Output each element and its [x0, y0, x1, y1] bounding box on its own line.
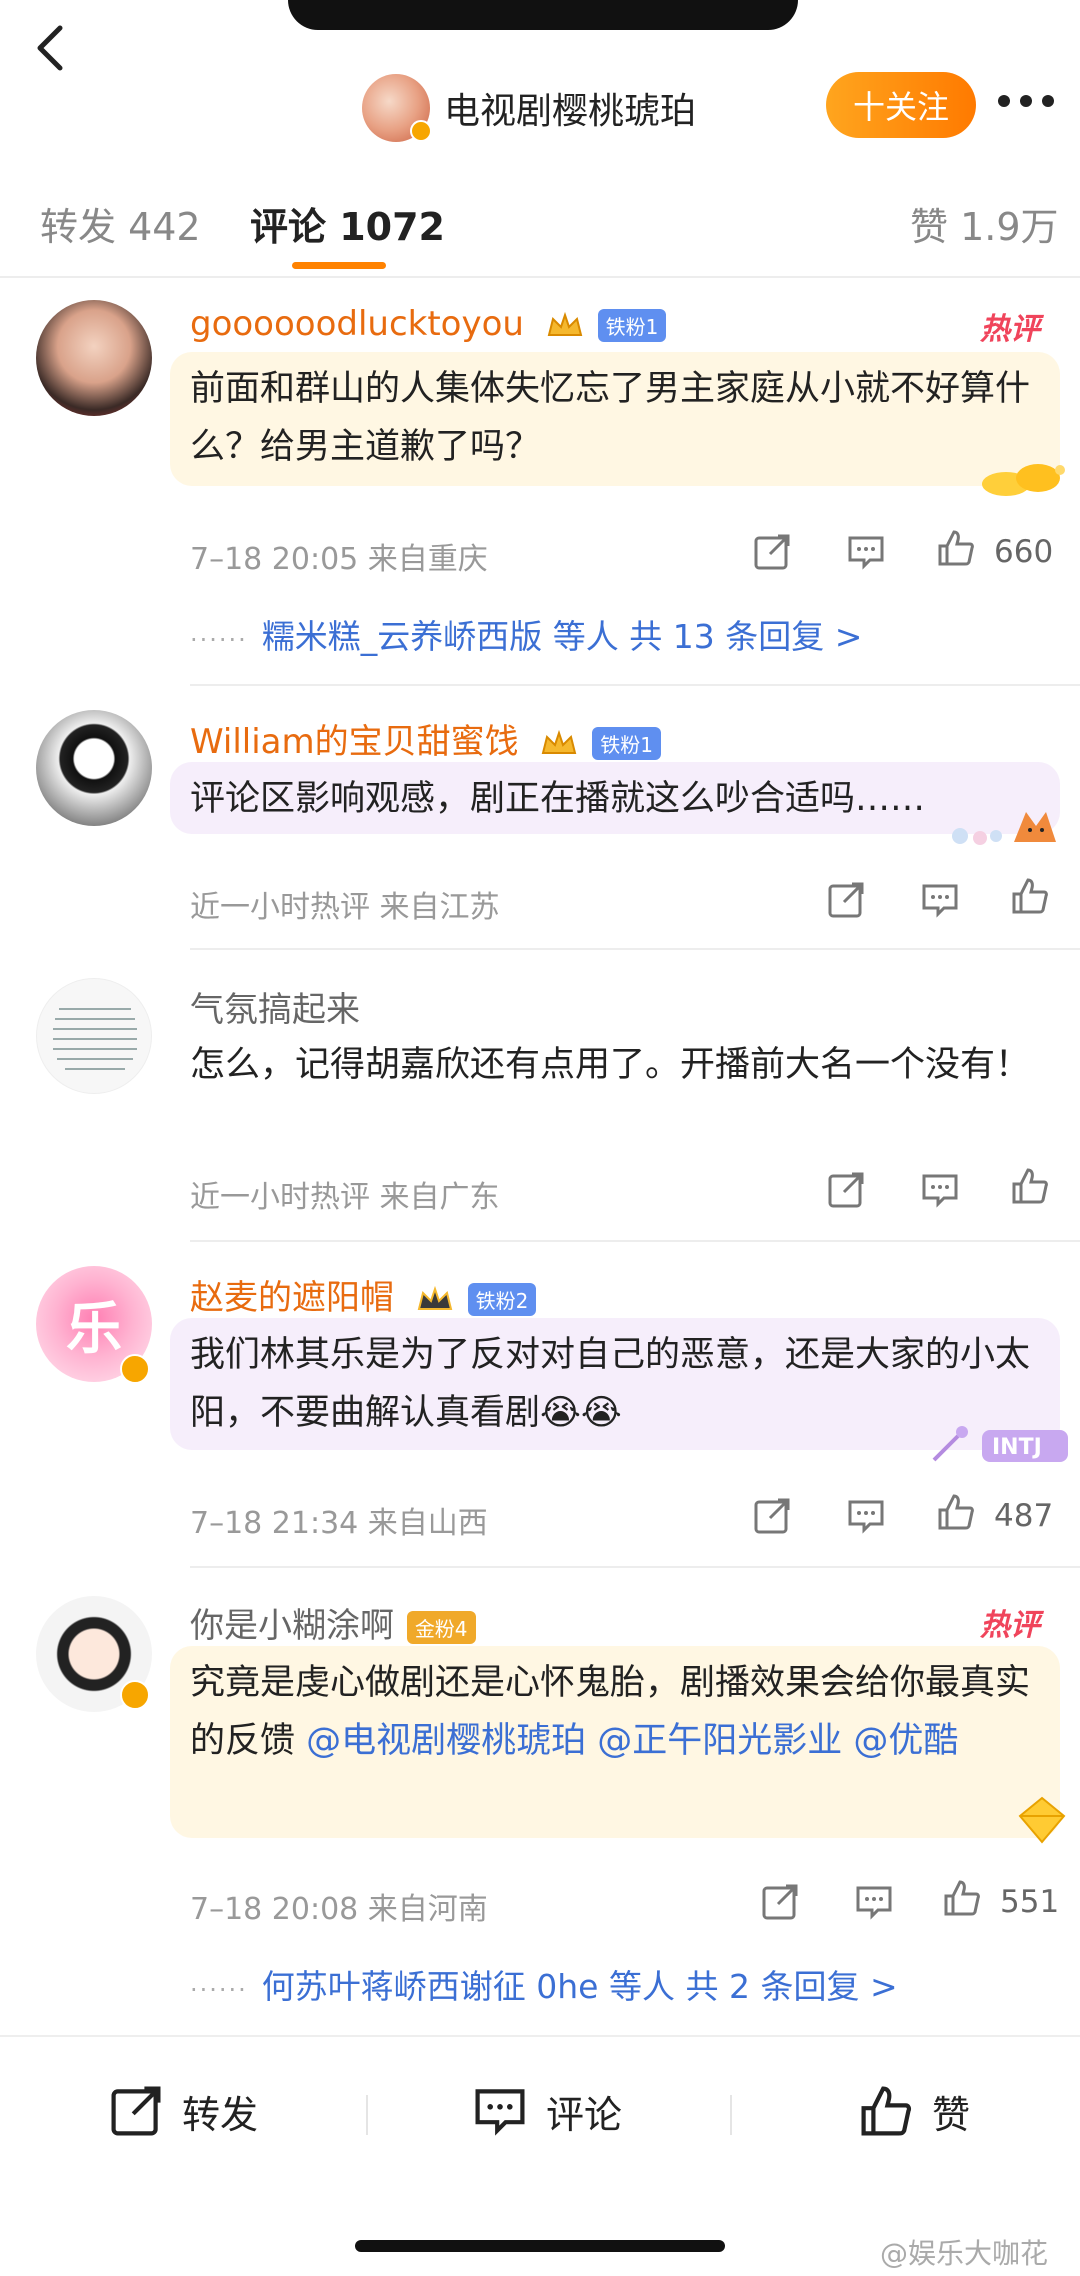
- more-icon[interactable]: [998, 86, 1060, 116]
- avatar[interactable]: [36, 300, 152, 416]
- verified-icon: [120, 1680, 150, 1710]
- comment-icon[interactable]: [846, 1496, 886, 1536]
- divider: [190, 1566, 1080, 1568]
- repost-icon[interactable]: [826, 1170, 866, 1210]
- verified-icon: [120, 1354, 150, 1384]
- tab-likes[interactable]: 赞 1.9万: [910, 196, 1059, 251]
- crown-icon: [547, 311, 583, 336]
- like-icon[interactable]: [936, 528, 976, 568]
- comment-meta: 7–18 20:08 来自河南: [190, 1892, 488, 1927]
- page-title[interactable]: 电视剧樱桃琥珀: [444, 82, 696, 134]
- comment-icon[interactable]: [920, 880, 960, 920]
- verified-icon: [410, 120, 432, 142]
- crown-icon: [417, 1285, 453, 1310]
- fan-badge: 铁粉1: [597, 309, 667, 342]
- comment-icon[interactable]: [920, 1170, 960, 1210]
- crown-icon: [542, 729, 577, 754]
- divider: [190, 1240, 1080, 1242]
- comment-username[interactable]: 气氛搞起来: [190, 982, 360, 1031]
- comment-text[interactable]: 评论区影响观感，剧正在播就这么吵合适吗……: [190, 770, 1040, 828]
- hot-comment-badge: 热评: [980, 1608, 1040, 1643]
- comment-text[interactable]: 怎么，记得胡嘉欣还有点用了。开播前大名一个没有！: [190, 1036, 1040, 1094]
- repost-icon[interactable]: [760, 1882, 800, 1922]
- text-image-icon: [53, 1008, 137, 1070]
- avatar[interactable]: [36, 978, 152, 1094]
- reply-summary[interactable]: ······ 糯米糕_云养峤西版 等人 共 13 条回复 >: [190, 610, 862, 658]
- like-button[interactable]: 赞: [856, 2083, 970, 2139]
- fan-badge: 铁粉1: [592, 727, 661, 760]
- like-count: 487: [994, 1498, 1054, 1534]
- repost-icon: [111, 2086, 161, 2136]
- comment-icon[interactable]: [854, 1882, 894, 1922]
- repost-button[interactable]: 转发: [106, 2083, 258, 2139]
- comment-text[interactable]: 我们林其乐是为了反对对自己的恶意，还是大家的小太阳，不要曲解认真看剧😭😭: [190, 1326, 1040, 1442]
- comment-icon[interactable]: [846, 532, 886, 572]
- comment-meta: 近一小时热评 来自江苏: [190, 890, 500, 925]
- like-count: 660: [994, 534, 1054, 570]
- comment-icon: [475, 2089, 525, 2136]
- divider: [190, 948, 1080, 950]
- like-icon[interactable]: [936, 1492, 976, 1532]
- divider: [730, 2095, 732, 2135]
- tab-repost[interactable]: 转发 442: [40, 196, 201, 251]
- gem-decoration-icon: [1018, 1796, 1066, 1844]
- bottom-action-bar: 转发 评论 赞: [0, 2035, 1080, 2185]
- repost-icon[interactable]: [752, 1496, 792, 1536]
- comment-meta: 近一小时热评 来自广东: [190, 1180, 500, 1215]
- comment-username[interactable]: goooooodlucktoyou 铁粉1: [190, 304, 667, 344]
- fan-badge: 铁粉2: [467, 1283, 537, 1316]
- camera-notch: [288, 0, 798, 30]
- hot-comment-badge: 热评: [980, 312, 1040, 347]
- comment-username[interactable]: 赵麦的遮阳帽 铁粉2: [190, 1270, 537, 1319]
- home-indicator[interactable]: [355, 2240, 725, 2252]
- comment-meta: 7–18 20:05 来自重庆: [190, 542, 488, 577]
- like-icon: [861, 2086, 912, 2136]
- svg-text:INTJ: INTJ: [992, 1435, 1042, 1460]
- watermark: @娱乐大咖花: [880, 2237, 1049, 2270]
- follow-button[interactable]: 十关注: [826, 72, 976, 138]
- tab-comments[interactable]: 评论 1072: [250, 196, 445, 251]
- comment-username[interactable]: 你是小糊涂啊 金粉4: [190, 1598, 476, 1647]
- comment-text[interactable]: 前面和群山的人集体失忆忘了男主家庭从小就不好算什么？给男主道歉了吗？: [190, 360, 1040, 476]
- divider: [190, 684, 1080, 686]
- like-icon[interactable]: [1010, 876, 1050, 916]
- active-tab-indicator: [292, 262, 386, 269]
- repost-icon[interactable]: [752, 532, 792, 572]
- intj-decoration-icon: INTJ: [932, 1426, 1068, 1462]
- avatar[interactable]: [36, 710, 152, 826]
- fan-badge: 金粉4: [406, 1611, 476, 1644]
- like-count: 551: [1000, 1884, 1060, 1920]
- reply-summary[interactable]: ······ 何苏叶蒋峤西谢征 0he 等人 共 2 条回复 >: [190, 1960, 898, 2008]
- fox-decoration-icon: [952, 812, 1056, 845]
- repost-icon[interactable]: [826, 880, 866, 920]
- back-button[interactable]: [28, 20, 72, 76]
- coin-decoration-icon: [982, 464, 1065, 496]
- divider: [366, 2095, 368, 2135]
- like-icon[interactable]: [1010, 1166, 1050, 1206]
- comment-username[interactable]: William的宝贝甜蜜饯 铁粉1: [190, 714, 661, 763]
- like-icon[interactable]: [942, 1878, 982, 1918]
- comment-text[interactable]: 究竟是虔心做剧还是心怀鬼胎，剧播效果会给你最真实的反馈 @电视剧樱桃琥珀 @正午…: [190, 1654, 1040, 1770]
- comment-meta: 7–18 21:34 来自山西: [190, 1506, 488, 1541]
- divider: [0, 276, 1080, 278]
- comment-button[interactable]: 评论: [470, 2083, 622, 2139]
